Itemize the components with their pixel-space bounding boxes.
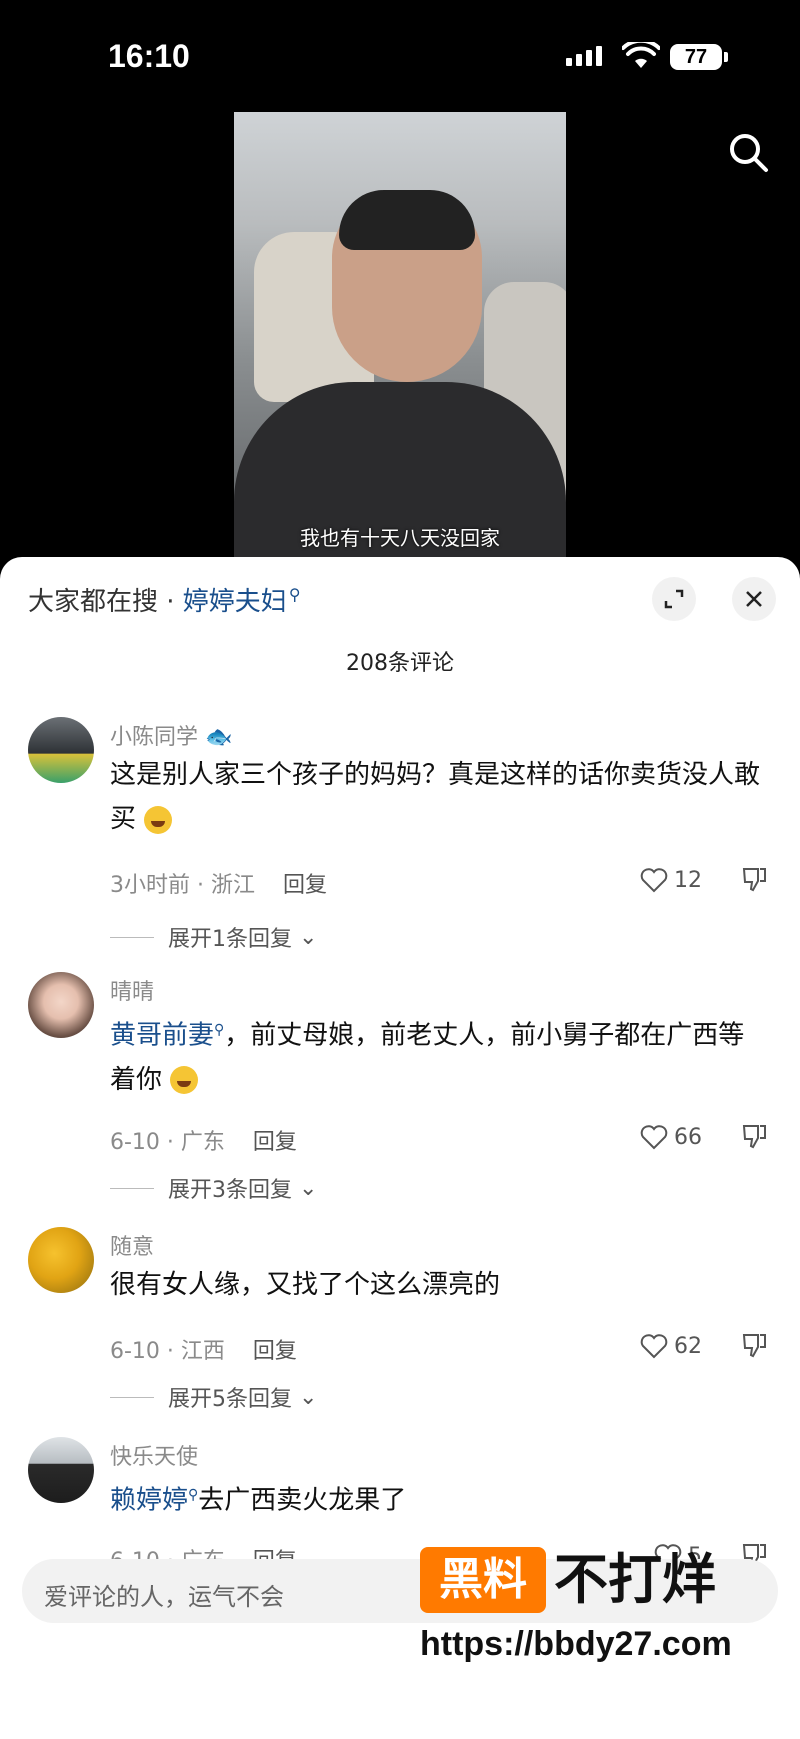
expand-icon: [664, 589, 684, 609]
reply-button[interactable]: 回复: [283, 873, 327, 898]
dislike-icon[interactable]: [740, 865, 768, 893]
comment-text: 黄哥前妻⚲，前丈母娘，前老丈人，前小舅子都在广西等着你: [110, 1020, 745, 1095]
watermark-url: https://bbdy27.com: [420, 1625, 732, 1663]
comment-author[interactable]: 小陈同学 🐟: [110, 719, 232, 751]
watermark: 黑料 不打烊 https://bbdy27.com: [420, 1547, 780, 1697]
battery-icon: 77: [670, 44, 728, 70]
like-button[interactable]: 62: [640, 1333, 702, 1359]
like-count: 62: [674, 1333, 702, 1359]
like-count: 12: [674, 867, 702, 893]
comment-text: 这是别人家三个孩子的妈妈？真是这样的话你卖货没人敢买: [110, 760, 761, 834]
search-icon: ⚲: [288, 585, 301, 605]
laugh-cry-emoji-icon: [144, 805, 173, 834]
watermark-title: 不打烊: [554, 1548, 716, 1611]
chevron-down-icon: ⌄: [299, 1175, 318, 1201]
heart-icon: [640, 868, 668, 893]
comment-author[interactable]: 快乐天使: [110, 1439, 198, 1471]
expand-replies-button[interactable]: 展开1条回复 ⌄: [110, 921, 317, 953]
chevron-down-icon: ⌄: [299, 924, 318, 950]
like-button[interactable]: 12: [640, 867, 702, 893]
dislike-icon[interactable]: [740, 1122, 768, 1150]
reply-button[interactable]: 回复: [253, 1130, 297, 1155]
video-player[interactable]: 我也有十天八天没回家: [234, 112, 566, 557]
mention-link[interactable]: 黄哥前妻: [110, 1021, 214, 1051]
reply-button[interactable]: 回复: [253, 1339, 297, 1364]
close-button[interactable]: [732, 577, 776, 621]
mention-link[interactable]: 赖婷婷: [110, 1486, 188, 1516]
expand-button[interactable]: [652, 577, 696, 621]
chevron-down-icon: ⌄: [299, 1384, 318, 1410]
avatar[interactable]: [28, 1437, 94, 1503]
status-bar: 16:10 77: [0, 0, 800, 110]
hot-search-bar[interactable]: 大家都在搜 · 婷婷夫妇 ⚲: [28, 581, 301, 618]
hot-search-prefix: 大家都在搜 ·: [28, 587, 183, 617]
comment-input-placeholder: 爱评论的人，运气不会: [44, 1583, 284, 1611]
avatar[interactable]: [28, 1227, 94, 1293]
like-count: 66: [674, 1124, 702, 1150]
avatar[interactable]: [28, 717, 94, 783]
search-icon: ⚲: [214, 1022, 225, 1038]
close-icon: [746, 591, 762, 607]
comment-sheet: 大家都在搜 · 婷婷夫妇 ⚲ 208条评论 小陈同学 🐟 这是别人家三个孩子的妈妈…: [0, 557, 800, 1739]
person-hair-shape: [339, 190, 475, 250]
fish-badge-icon: 🐟: [205, 725, 233, 750]
expand-replies-button[interactable]: 展开5条回复 ⌄: [110, 1381, 317, 1413]
wifi-icon: [622, 42, 660, 68]
comment-meta: 6-10 · 广东回复: [110, 1130, 297, 1155]
video-subtitle: 我也有十天八天没回家: [300, 526, 500, 550]
laugh-cry-emoji-icon: [170, 1066, 199, 1095]
comment-meta: 3小时前 · 浙江 回复: [110, 873, 327, 898]
heart-icon: [640, 1125, 668, 1150]
search-icon: ⚲: [188, 1487, 199, 1503]
avatar[interactable]: [28, 972, 94, 1038]
comment-author[interactable]: 随意: [110, 1229, 154, 1261]
like-button[interactable]: 66: [640, 1124, 702, 1150]
comment-text: 赖婷婷⚲去广西卖火龙果了: [110, 1485, 407, 1516]
watermark-badge: 黑料: [420, 1547, 546, 1613]
search-icon[interactable]: [726, 130, 770, 174]
signal-icon: [566, 46, 602, 66]
comment-author[interactable]: 晴晴: [110, 974, 154, 1006]
heart-icon: [640, 1334, 668, 1359]
dislike-icon[interactable]: [740, 1331, 768, 1359]
comment-count: 208条评论: [346, 651, 454, 676]
comment-meta: 6-10 · 江西 回复: [110, 1339, 297, 1364]
status-time: 16:10: [108, 38, 190, 74]
hot-search-term[interactable]: 婷婷夫妇: [183, 587, 287, 617]
comment-text: 很有女人缘，又找了个这么漂亮的: [110, 1270, 501, 1300]
expand-replies-button[interactable]: 展开3条回复 ⌄: [110, 1172, 317, 1204]
